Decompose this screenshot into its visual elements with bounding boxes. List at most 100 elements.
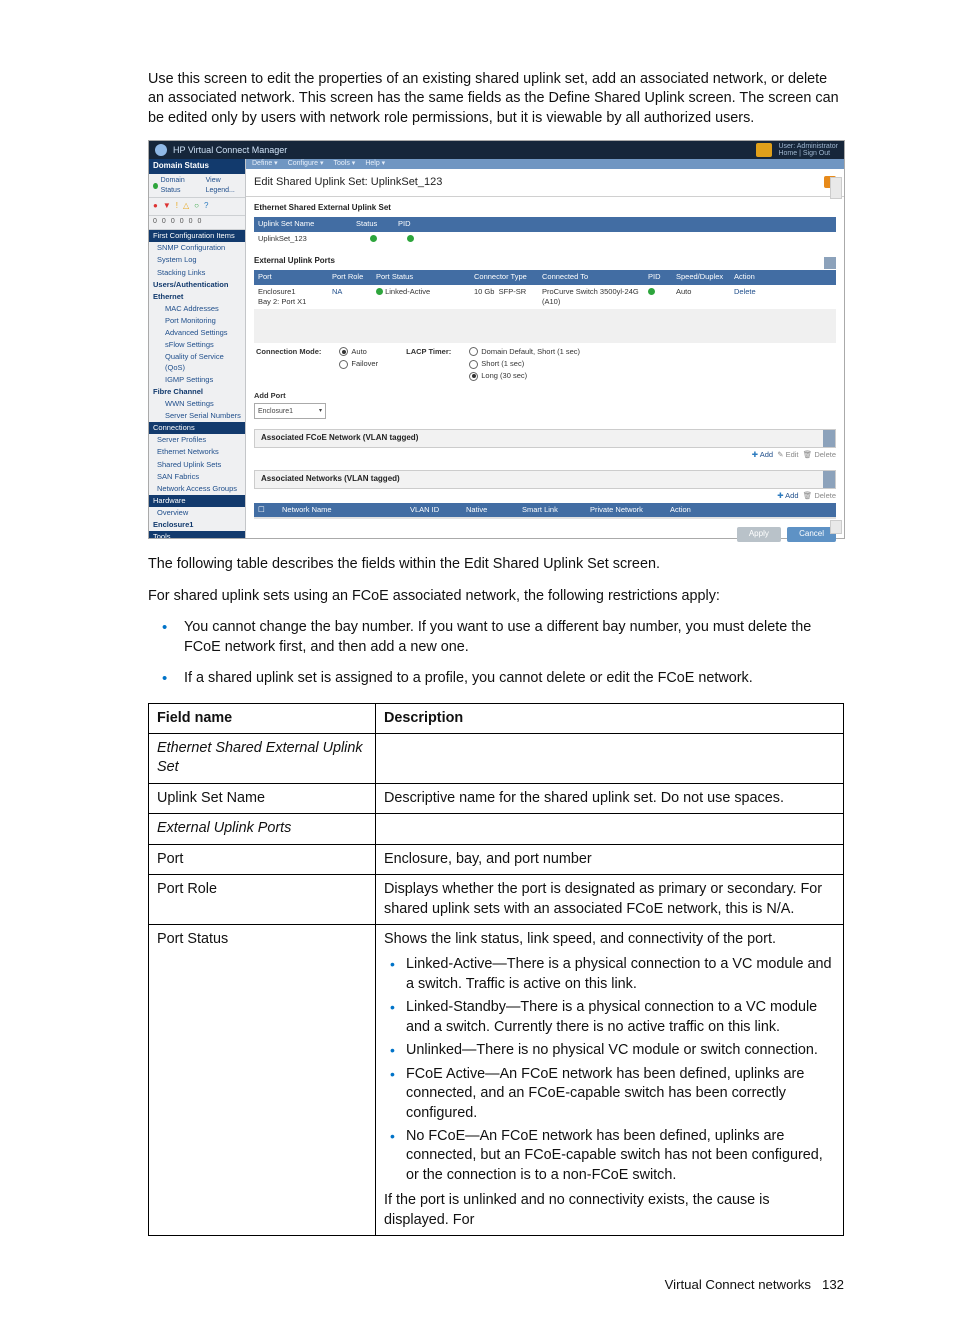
info-icon: ? — [204, 201, 208, 212]
view-legend-link[interactable]: View Legend... — [206, 176, 241, 195]
menu-help[interactable]: Help ▾ — [365, 159, 385, 168]
sidebar-item-shared-uplink[interactable]: Shared Uplink Sets — [149, 459, 245, 471]
cancel-button[interactable]: Cancel — [787, 527, 836, 542]
th-description: Description — [376, 703, 844, 733]
content-area: Define ▾ Configure ▾ Tools ▾ Help ▾ Edit… — [246, 159, 844, 538]
scrollbar-down-icon[interactable] — [830, 520, 842, 534]
sidebar-item-eth-nets[interactable]: Ethernet Networks — [149, 446, 245, 458]
menu-define[interactable]: Define ▾ — [252, 159, 278, 168]
radio-failover[interactable]: Failover — [339, 359, 378, 369]
eth-set-title: Ethernet Shared External Uplink Set — [254, 203, 836, 214]
restriction-item: If a shared uplink set is assigned to a … — [184, 669, 844, 688]
col-port-role: Port Role — [328, 270, 372, 284]
radio-icon — [469, 347, 478, 356]
apply-button[interactable]: Apply — [737, 527, 781, 542]
assoc-net-bar: Associated Networks (VLAN tagged) — [254, 470, 836, 489]
td-field-name: Uplink Set Name — [149, 783, 376, 813]
col-port-status: Port Status — [372, 270, 470, 284]
radio-auto[interactable]: Auto — [339, 347, 378, 357]
sidebar-item-igmp[interactable]: IGMP Settings — [149, 374, 245, 386]
sidebar-item-portmon[interactable]: Port Monitoring — [149, 315, 245, 327]
radio-icon — [339, 347, 348, 356]
radio-lacp-domain[interactable]: Domain Default, Short (1 sec) — [469, 347, 580, 357]
td-field-name: Port — [149, 844, 376, 874]
sidebar-item-syslog[interactable]: System Log — [149, 254, 245, 266]
port-row: Enclosure1 Bay 2: Port X1 NA Linked-Acti… — [254, 285, 836, 309]
menu-bar[interactable]: Define ▾ Configure ▾ Tools ▾ Help ▾ — [246, 159, 844, 168]
port-status-list: Linked-Active—There is a physical connec… — [384, 955, 835, 1185]
td-field-name: Port Status — [149, 925, 376, 1236]
fcoe-edit-disabled: ✎ Edit — [777, 450, 798, 459]
restriction-item: You cannot change the bay number. If you… — [184, 618, 844, 657]
sidebar-item-stacking[interactable]: Stacking Links — [149, 267, 245, 279]
menu-tools[interactable]: Tools ▾ — [334, 159, 356, 168]
menu-configure[interactable]: Configure ▾ — [288, 159, 324, 168]
sidebar-item-mac[interactable]: MAC Addresses — [149, 303, 245, 315]
col-connected: Connected To — [538, 270, 644, 284]
td-desc: Descriptive name for the shared uplink s… — [376, 783, 844, 813]
fcoe-delete-disabled: 🗑 Delete — [803, 450, 836, 459]
delete-link[interactable]: Delete — [730, 285, 766, 309]
port-status-item: Unlinked—There is no physical VC module … — [406, 1041, 835, 1060]
net-add-link[interactable]: Add — [785, 491, 798, 500]
td-desc: Enclosure, bay, and port number — [376, 844, 844, 874]
connection-mode-radios: Connection Mode: Auto Failover LACP Time… — [254, 343, 836, 385]
app-screenshot: HP Virtual Connect Manager User: Adminis… — [148, 140, 845, 539]
sidebar-item-snmp[interactable]: SNMP Configuration — [149, 242, 245, 254]
sidebar-item-fc[interactable]: Fibre Channel — [149, 386, 245, 398]
port-status-item: FCoE Active—An FCoE network has been def… — [406, 1065, 835, 1123]
add-port-combo[interactable]: Enclosure1▾ — [254, 403, 326, 419]
col-action: Action — [730, 270, 766, 284]
sidebar-item-advanced[interactable]: Advanced Settings — [149, 327, 245, 339]
sidebar-connections-head: Connections — [149, 422, 245, 434]
td-field-name: Port Role — [149, 875, 376, 925]
radio-lacp-short[interactable]: Short (1 sec) — [469, 359, 580, 369]
sidebar-config-head: First Configuration Items — [149, 230, 245, 242]
collapse-icon[interactable] — [824, 257, 836, 269]
page-footer: Virtual Connect networks 132 — [148, 1276, 844, 1294]
app-title-bar: HP Virtual Connect Manager User: Adminis… — [149, 141, 844, 159]
port-status-tail: If the port is unlinked and no connectiv… — [384, 1191, 835, 1230]
sidebar-item-profiles[interactable]: Server Profiles — [149, 434, 245, 446]
ok-icon: ○ — [194, 201, 199, 212]
checkbox-header-icon[interactable]: ☐ — [258, 505, 265, 514]
radio-icon — [339, 360, 348, 369]
col-status: Status — [352, 217, 394, 231]
pid-ok-icon — [648, 288, 655, 295]
collapse-icon[interactable] — [823, 471, 835, 488]
ext-ports-panel: External Uplink Ports Port Port Role Por… — [254, 256, 836, 420]
sidebar-item-serial[interactable]: Server Serial Numbers — [149, 410, 245, 422]
cell-uplink-name[interactable]: UplinkSet_123 — [254, 232, 352, 246]
fcoe-add-link[interactable]: Add — [760, 450, 773, 459]
assoc-net-body-empty — [254, 517, 836, 519]
td-desc — [376, 814, 844, 844]
field-description-table: Field name Description Ethernet Shared E… — [148, 703, 844, 1237]
sidebar-item-nag[interactable]: Network Access Groups — [149, 483, 245, 495]
sidebar-item-enclosure1[interactable]: Enclosure1 — [149, 519, 245, 531]
restrictions-lead-paragraph: For shared uplink sets using an FCoE ass… — [148, 587, 844, 606]
chevron-down-icon: ▾ — [319, 407, 322, 415]
minor-icon: ! — [176, 201, 178, 212]
sidebar-item-users[interactable]: Users/Authentication — [149, 279, 245, 291]
port-status-lead: Shows the link status, link speed, and c… — [384, 930, 835, 949]
collapse-icon[interactable] — [823, 430, 835, 447]
link-ok-icon — [376, 288, 383, 295]
sidebar-item-san[interactable]: SAN Fabrics — [149, 471, 245, 483]
sidebar-status-row[interactable]: Domain Status View Legend... — [149, 174, 245, 198]
sidebar-item-sflow[interactable]: sFlow Settings — [149, 339, 245, 351]
col-port: Port — [254, 270, 328, 284]
sidebar-item-qos[interactable]: Quality of Service (QoS) — [149, 351, 245, 373]
hp-logo-icon — [155, 144, 167, 156]
sidebar-item-overview[interactable]: Overview — [149, 507, 245, 519]
col-conn-type: Connector Type — [470, 270, 538, 284]
warning-icon: △ — [183, 201, 189, 212]
radio-icon — [469, 360, 478, 369]
critical-icon: ● — [153, 201, 158, 212]
radio-icon — [469, 372, 478, 381]
radio-lacp-long[interactable]: Long (30 sec) — [469, 371, 580, 381]
sidebar-item-ethernet[interactable]: Ethernet — [149, 291, 245, 303]
assoc-fcoe-bar: Associated FCoE Network (VLAN tagged) — [254, 429, 836, 448]
td-field-name: Ethernet Shared External Uplink Set — [149, 733, 376, 783]
scrollbar-up-icon[interactable] — [830, 177, 842, 199]
sidebar-item-wwn[interactable]: WWN Settings — [149, 398, 245, 410]
